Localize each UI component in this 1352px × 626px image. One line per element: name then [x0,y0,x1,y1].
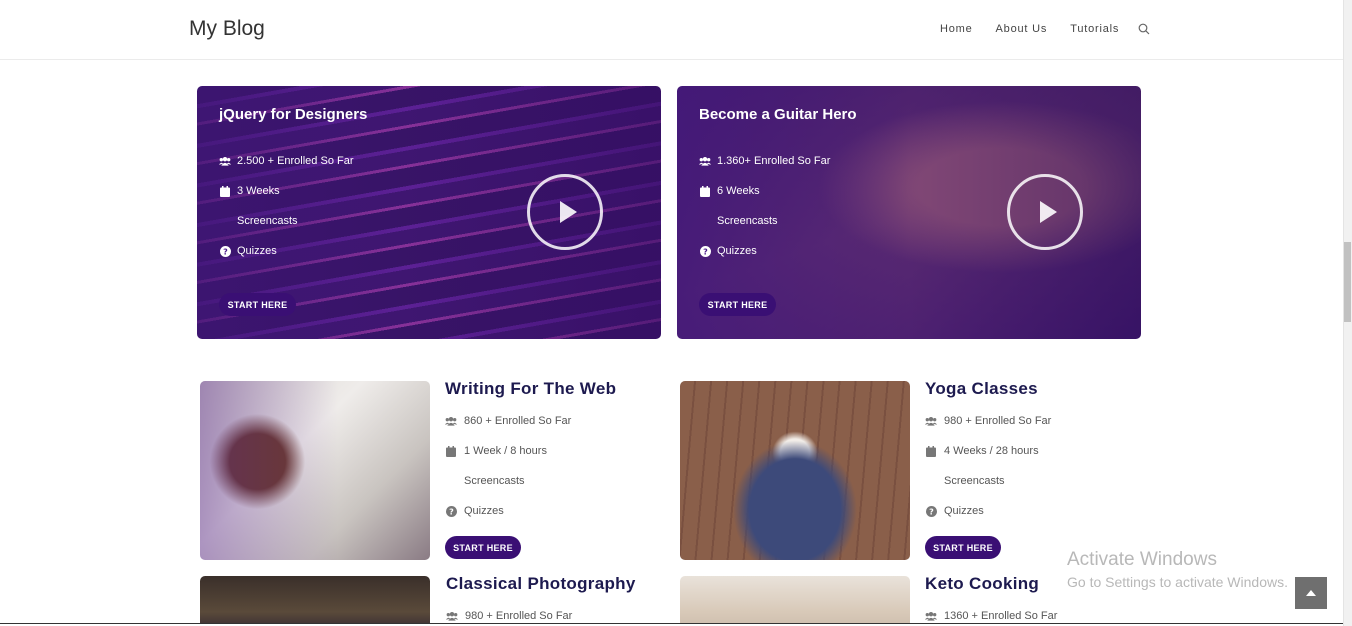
calendar-icon [699,185,711,197]
duration-line: 4 Weeks / 28 hours [925,445,1039,457]
course-title[interactable]: Keto Cooking [925,574,1039,594]
question-circle-icon: ? [699,245,711,257]
enrolled-count: 980 + Enrolled So Far [944,415,1052,427]
start-here-button[interactable]: START HERE [445,536,521,559]
featured-card-guitar[interactable]: Become a Guitar Hero 1.360+ Enrolled So … [677,86,1141,339]
enrolled-line: 2.500 + Enrolled So Far [219,155,354,167]
enrolled-line: 1360 + Enrolled So Far [925,610,1057,622]
enrolled-count: 2.500 + Enrolled So Far [237,155,354,167]
course-title[interactable]: Yoga Classes [925,379,1038,399]
course-thumbnail-keto[interactable] [680,576,910,626]
screencasts-text: Screencasts [944,475,1005,487]
activate-windows-subtitle: Go to Settings to activate Windows. [1067,574,1288,590]
play-icon[interactable] [1007,174,1083,250]
enrolled-line: 860 + Enrolled So Far [445,415,571,427]
duration-line: 3 Weeks [219,185,280,197]
course-title[interactable]: Writing For The Web [445,379,616,399]
enrolled-line: 980 + Enrolled So Far [446,610,572,622]
quizzes-line: ? Quizzes [445,505,504,517]
activate-windows-title: Activate Windows [1067,549,1217,570]
users-icon [446,611,458,622]
svg-text:?: ? [929,507,934,516]
enrolled-count: 1360 + Enrolled So Far [944,610,1058,622]
quizzes-text: Quizzes [944,505,984,517]
question-circle-icon: ? [219,245,231,257]
start-here-button[interactable]: START HERE [925,536,1001,559]
svg-text:?: ? [703,247,708,256]
screencasts-text: Screencasts [464,475,525,487]
featured-card-jquery[interactable]: jQuery for Designers 2.500 + Enrolled So… [197,86,661,339]
calendar-icon [219,185,231,197]
scroll-top-button[interactable] [1295,577,1327,609]
course-thumbnail-photography[interactable] [200,576,430,626]
quizzes-text: Quizzes [717,245,757,257]
screencasts-line: Screencasts [717,215,778,227]
main-nav: Home About Us Tutorials [940,23,1119,35]
svg-text:?: ? [223,247,228,256]
calendar-icon [925,445,937,457]
quizzes-line: ? Quizzes [219,245,277,257]
screencasts-line: Screencasts [944,475,1005,487]
quizzes-line: ? Quizzes [699,245,757,257]
nav-about-us[interactable]: About Us [996,23,1048,35]
enrolled-line: 1.360+ Enrolled So Far [699,155,830,167]
course-thumbnail-writing[interactable] [200,381,430,560]
duration-line: 6 Weeks [699,185,760,197]
start-here-button[interactable]: START HERE [219,293,296,316]
duration-text: 1 Week / 8 hours [464,445,547,457]
enrolled-count: 860 + Enrolled So Far [464,415,572,427]
quizzes-text: Quizzes [237,245,277,257]
screencasts-line: Screencasts [464,475,525,487]
site-logo[interactable]: My Blog [189,17,265,41]
duration-text: 6 Weeks [717,185,760,197]
duration-line: 1 Week / 8 hours [445,445,547,457]
screencasts-text: Screencasts [717,215,778,227]
screencasts-line: Screencasts [237,215,298,227]
featured-title[interactable]: Become a Guitar Hero [699,106,857,123]
calendar-icon [445,445,457,457]
enrolled-line: 980 + Enrolled So Far [925,415,1051,427]
play-icon[interactable] [527,174,603,250]
question-circle-icon: ? [445,505,457,517]
start-here-button[interactable]: START HERE [699,293,776,316]
course-title[interactable]: Classical Photography [446,574,636,594]
enrolled-count: 1.360+ Enrolled So Far [717,155,831,167]
users-icon [219,156,231,167]
quizzes-line: ? Quizzes [925,505,984,517]
nav-tutorials[interactable]: Tutorials [1070,23,1119,35]
nav-home[interactable]: Home [940,23,973,35]
users-icon [445,416,457,427]
users-icon [925,611,937,622]
svg-text:?: ? [449,507,454,516]
scrollbar-thumb[interactable] [1344,242,1351,322]
users-icon [925,416,937,427]
site-header: My Blog Home About Us Tutorials [0,0,1343,60]
users-icon [699,156,711,167]
duration-text: 4 Weeks / 28 hours [944,445,1039,457]
screencasts-text: Screencasts [237,215,298,227]
search-icon[interactable] [1138,23,1150,35]
duration-text: 3 Weeks [237,185,280,197]
quizzes-text: Quizzes [464,505,504,517]
course-thumbnail-yoga[interactable] [680,381,910,560]
featured-title[interactable]: jQuery for Designers [219,106,367,123]
enrolled-count: 980 + Enrolled So Far [465,610,573,622]
question-circle-icon: ? [925,505,937,517]
